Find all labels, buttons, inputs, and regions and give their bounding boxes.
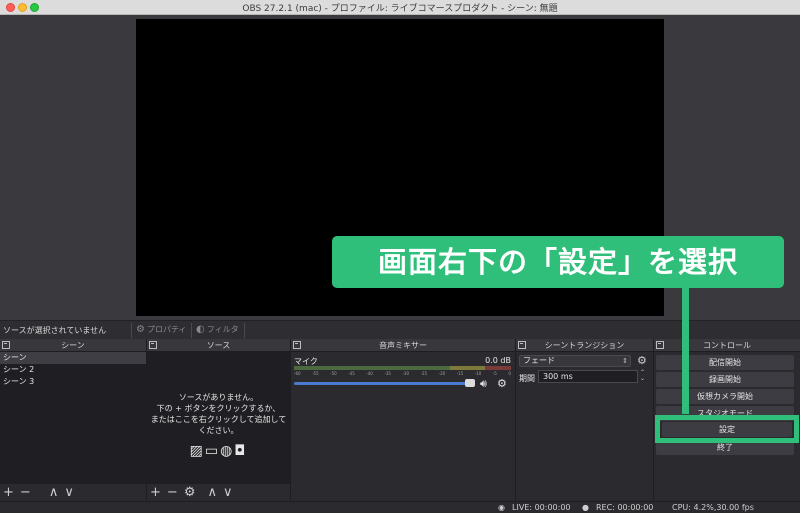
move-scene-down-button[interactable]: ∨ [64,486,74,499]
sources-dock-title: ソース [206,341,231,350]
meter-tick: -15 [456,371,464,376]
meter-tick: -35 [384,371,391,376]
globe-icon: ◍ [220,443,235,459]
toolbar-divider [244,323,245,338]
controls-title: コントロール [703,341,751,350]
remove-source-button[interactable]: − [167,486,178,499]
properties-label: プロパティ [146,325,187,334]
no-sources-line: ください。 [198,426,239,435]
scenes-dock-header: シーン [0,339,146,352]
title-bar: OBS 27.2.1 (mac) - プロファイル: ライブコマースプロダクト … [0,0,800,15]
add-scene-button[interactable]: + [3,486,14,499]
meter-tick: -55 [312,371,319,376]
no-sources-line: ソースがありません。 [178,393,259,402]
audio-mixer-header: 音声ミキサー [291,339,515,352]
scene-item[interactable]: シーン 3 [0,376,146,388]
meter-tick: -40 [366,371,373,376]
volume-meter [294,366,511,370]
duration-label: 期間 [519,374,535,383]
status-bar: ◉ LIVE: 00:00:00 ● REC: 00:00:00 CPU: 4.… [0,501,800,513]
move-source-up-button[interactable]: ∧ [207,486,217,499]
live-timer: LIVE: 00:00:00 [512,503,571,512]
scene-list: シーン シーン 2 シーン 3 [0,352,146,484]
source-properties-button[interactable]: ⚙ [184,486,196,499]
scene-item[interactable]: シーン [0,352,146,364]
gear-icon: ⚙ [136,324,145,335]
volume-slider-handle[interactable] [465,379,475,387]
sources-dock-header: ソース [147,339,290,352]
scene-transitions-dock: シーントランジション フェード ⇕ ⚙ 期間 300 ms ⌃ ⌄ [516,339,654,501]
gear-icon[interactable]: ⚙ [497,377,507,390]
audio-mixer-body: マイク 0.0 dB -60 -55 -50 -45 -40 -35 -30 -… [291,352,515,501]
transition-select[interactable]: フェード ⇕ [519,355,631,367]
display-icon: ▭ [204,443,221,459]
meter-tick: 0 [508,371,511,376]
gear-icon[interactable]: ⚙ [637,354,647,367]
scene-transitions-title: シーントランジション [544,341,625,350]
start-recording-button[interactable]: 録画開始 [656,372,794,387]
sources-dock-footer: + − ⚙ ∧ ∨ [147,484,290,501]
duration-stepper[interactable]: ⌃ ⌄ [640,370,649,383]
meter-tick: -25 [420,371,428,376]
meter-tick: -60 [294,371,301,376]
transition-selected-value: フェード [523,356,555,365]
scene-transitions-header: シーントランジション [516,339,653,352]
scenes-dock-title: シーン [61,341,85,350]
scenes-dock-footer: + − ∧ ∨ [0,484,146,501]
move-source-down-button[interactable]: ∨ [223,486,233,499]
no-sources-line: 下の + ボタンをクリックするか、 [156,404,281,413]
speaker-icon[interactable]: 🔊︎ [480,377,487,391]
rec-timer: REC: 00:00:00 [596,503,654,512]
volume-slider-track[interactable] [294,382,470,385]
meter-tick: -50 [330,371,337,376]
audio-mixer-title: 音声ミキサー [379,341,427,350]
add-source-button[interactable]: + [150,486,161,499]
callout-connector [682,288,689,414]
sources-dock: ソース ソースがありません。 下の + ボタンをクリックするか、 またはここを右… [147,339,291,501]
start-streaming-button[interactable]: 配信開始 [656,355,794,370]
filters-button[interactable]: ◐ フィルタ [196,324,239,335]
audio-mixer-dock: 音声ミキサー マイク 0.0 dB -60 -55 -50 -45 -40 -3… [291,339,516,501]
settings-button[interactable]: 設定 [662,422,792,437]
no-source-selected-text: ソースが選択されていません [3,326,107,335]
source-toolbar: ソースが選択されていません ⚙ プロパティ ◐ フィルタ [0,320,800,339]
meter-tick: -30 [402,371,410,376]
chevron-updown-icon: ⇕ [622,357,628,365]
toolbar-divider [191,323,192,338]
controls-header: コントロール [654,339,800,352]
scene-item[interactable]: シーン 2 [0,364,146,376]
live-icon: ◉ [498,503,505,512]
source-list[interactable]: ソースがありません。 下の + ボタンをクリックするか、 またはここを右クリック… [147,352,290,484]
rec-icon: ● [582,503,589,512]
window-title: OBS 27.2.1 (mac) - プロファイル: ライブコマースプロダクト … [242,4,558,14]
camera-icon: ◘ [234,443,248,459]
instruction-callout: 画面右下の「設定」を選択 [332,236,784,288]
move-scene-up-button[interactable]: ∧ [49,486,59,499]
no-sources-message: ソースがありません。 下の + ボタンをクリックするか、 またはここを右クリック… [147,392,290,436]
remove-scene-button[interactable]: − [20,486,31,499]
start-virtual-camera-button[interactable]: 仮想カメラ開始 [656,389,794,404]
source-type-icons: ▨▭◍◘ [147,443,290,459]
mixer-level-readout: 0.0 dB [485,356,511,365]
cpu-fps-readout: CPU: 4.2%,30.00 fps [672,503,754,512]
duration-field[interactable]: 300 ms [538,370,638,383]
toolbar-divider [131,323,132,338]
properties-button[interactable]: ⚙ プロパティ [136,324,187,335]
meter-tick: -20 [438,371,446,376]
meter-ticks: -60 -55 -50 -45 -40 -35 -30 -25 -20 -15 … [294,371,511,379]
meter-tick: -45 [348,371,355,376]
no-sources-line: またはここを右クリックして追加して [150,415,287,424]
filter-icon: ◐ [196,324,205,335]
scenes-dock: シーン シーン シーン 2 シーン 3 + − ∧ ∨ [0,339,147,501]
filters-label: フィルタ [206,325,239,334]
scene-transitions-body: フェード ⇕ ⚙ 期間 300 ms ⌃ ⌄ [516,352,653,501]
image-icon: ▨ [189,443,205,459]
